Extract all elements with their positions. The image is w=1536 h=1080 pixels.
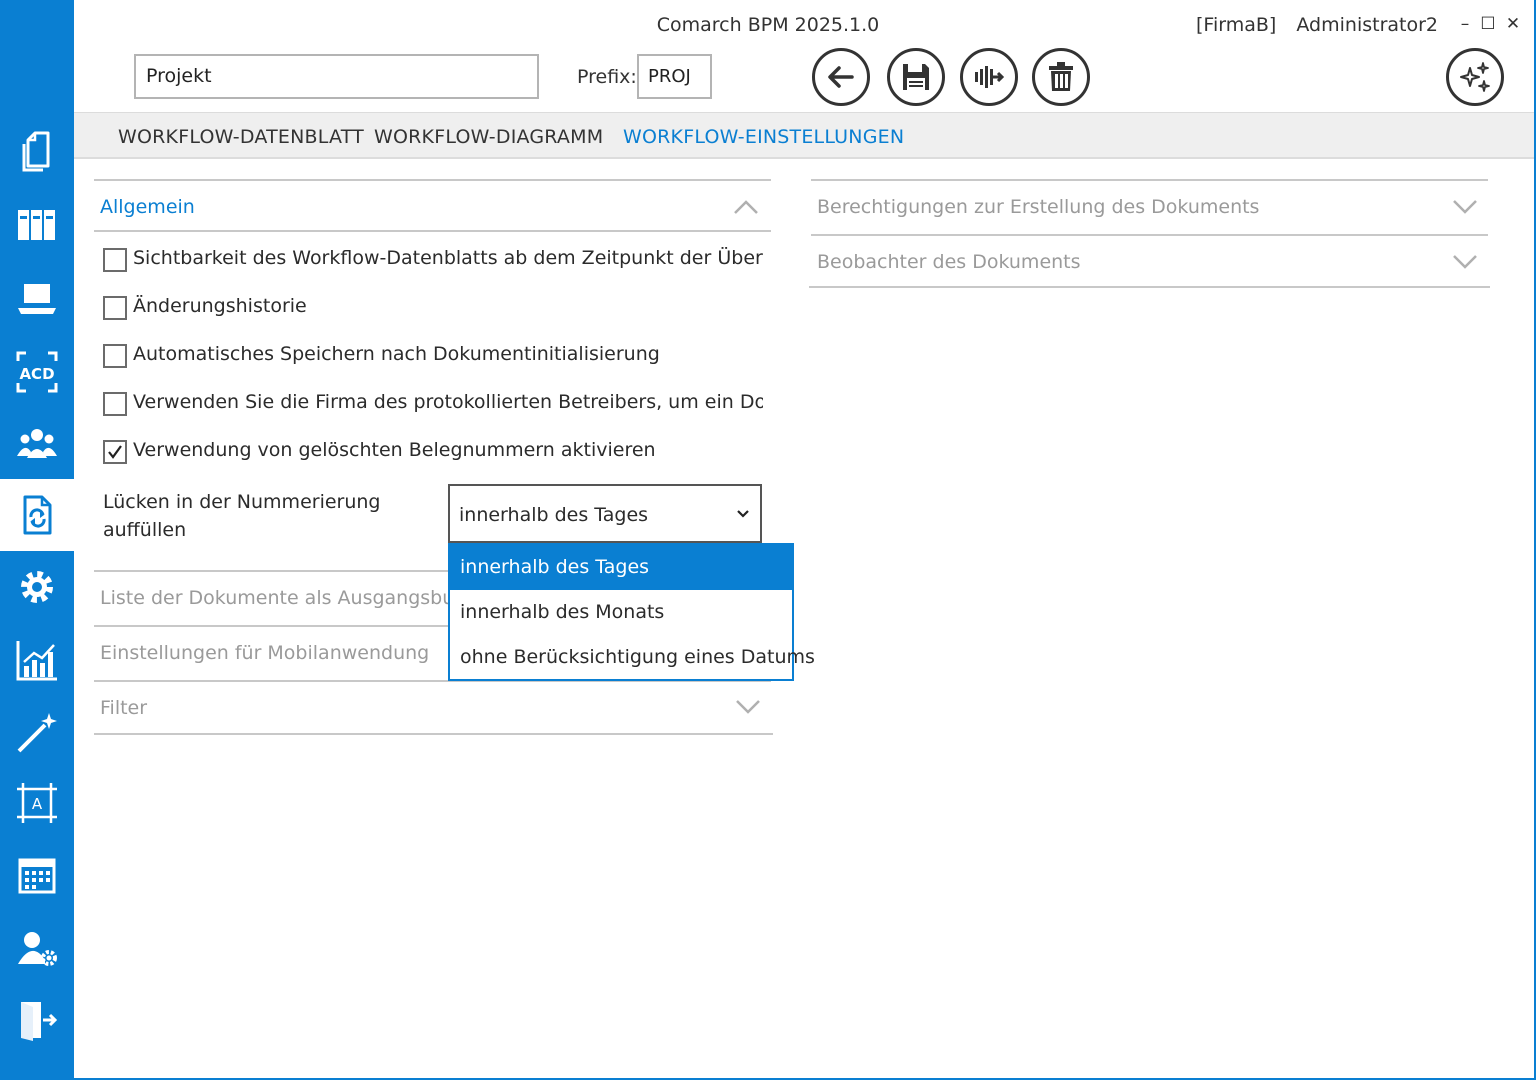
checkbox[interactable] xyxy=(103,392,127,416)
nav-ocr[interactable]: ACD xyxy=(0,336,74,408)
chevron-down-icon[interactable] xyxy=(1452,198,1478,214)
binders-icon xyxy=(18,210,55,240)
nav-reports[interactable] xyxy=(0,624,74,696)
workflow-branch-icon xyxy=(975,66,1005,88)
logout-door-icon xyxy=(21,1002,58,1041)
checkbox-checked[interactable] xyxy=(103,440,127,464)
checkbox-row[interactable]: Verwenden Sie die Firma des protokollier… xyxy=(103,391,763,417)
checkbox-row[interactable]: Verwendung von gelöschten Belegnummern a… xyxy=(103,439,763,465)
fill-gaps-selected-value: innerhalb des Tages xyxy=(459,504,649,526)
section-divider xyxy=(94,733,773,735)
section-general-header[interactable]: Allgemein xyxy=(100,196,195,218)
tab-bar: WORKFLOW-DATENBLATT WORKFLOW-DIAGRAMM WO… xyxy=(74,112,1534,159)
chevron-down-icon[interactable] xyxy=(735,698,761,714)
users-group-icon xyxy=(17,429,57,458)
document-workflow-icon xyxy=(23,495,52,535)
nav-calendar[interactable] xyxy=(0,840,74,912)
name-input[interactable]: Projekt xyxy=(134,54,539,99)
tab-workflow-diagramm[interactable]: WORKFLOW-DIAGRAMM xyxy=(374,126,603,148)
arrow-left-icon xyxy=(828,66,854,88)
app-title: Comarch BPM 2025.1.0 xyxy=(656,14,880,36)
close-button[interactable]: ✕ xyxy=(1503,14,1523,34)
section-observers-header[interactable]: Beobachter des Dokuments xyxy=(817,251,1081,273)
sparkles-icon xyxy=(1460,62,1490,92)
prefix-label: Prefix: xyxy=(577,66,637,88)
dropdown-option-day[interactable]: innerhalb des Tages xyxy=(450,545,792,590)
section-divider xyxy=(811,179,1488,181)
section-filter-header[interactable]: Filter xyxy=(100,697,147,719)
nav-logout[interactable] xyxy=(0,984,74,1056)
section-divider xyxy=(809,286,1490,288)
section-divider xyxy=(94,230,771,232)
nav-form-designer[interactable]: A xyxy=(0,767,74,839)
save-button[interactable] xyxy=(887,48,945,106)
delete-button[interactable] xyxy=(1032,48,1090,106)
gear-icon xyxy=(21,571,53,603)
tab-workflow-einstellungen[interactable]: WORKFLOW-EINSTELLUNGEN xyxy=(623,126,904,148)
checkmark-icon xyxy=(108,445,122,459)
ocr-acd-icon: ACD xyxy=(16,351,58,393)
fill-gaps-label: Lücken in der Nummerierung auffüllen xyxy=(103,491,381,541)
checkbox[interactable] xyxy=(103,248,127,272)
checkbox-row[interactable]: Änderungshistorie xyxy=(103,295,763,321)
workflow-actions-button[interactable] xyxy=(960,48,1018,106)
checkbox-label: Verwenden Sie die Firma des protokollier… xyxy=(133,391,763,413)
company-label: [FirmaB] xyxy=(1196,14,1277,36)
nav-documents[interactable] xyxy=(0,114,74,186)
fill-gaps-select[interactable]: innerhalb des Tages xyxy=(448,484,762,543)
laptop-icon xyxy=(18,284,56,314)
chevron-down-icon xyxy=(737,510,749,518)
nav-wizard[interactable] xyxy=(0,696,74,768)
nav-users[interactable] xyxy=(0,408,74,480)
sidebar: ACD A xyxy=(0,0,74,1080)
checkbox-label: Sichtbarkeit des Workflow-Datenblatts ab… xyxy=(133,247,763,269)
user-label[interactable]: Administrator2 xyxy=(1296,14,1438,36)
bar-chart-icon xyxy=(16,641,57,681)
back-button[interactable] xyxy=(812,48,870,106)
fill-gaps-dropdown-list: innerhalb des Tages innerhalb des Monats… xyxy=(448,543,815,681)
nav-settings[interactable] xyxy=(0,551,74,623)
nav-binders[interactable] xyxy=(0,188,74,260)
session-info: [FirmaB] Administrator2 xyxy=(1182,14,1438,36)
section-divider xyxy=(811,234,1488,236)
checkbox[interactable] xyxy=(103,344,127,368)
checkbox-label: Automatisches Speichern nach Dokumentini… xyxy=(133,343,660,365)
form-designer-icon: A xyxy=(17,783,57,823)
section-mobile-header[interactable]: Einstellungen für Mobilanwendung xyxy=(100,642,429,664)
checkbox-label: Verwendung von gelöschten Belegnummern a… xyxy=(133,439,656,461)
svg-text:ACD: ACD xyxy=(19,365,54,383)
trash-icon xyxy=(1049,62,1073,91)
calendar-icon xyxy=(18,858,56,894)
checkbox-row[interactable]: Automatisches Speichern nach Dokumentini… xyxy=(103,343,763,369)
checkbox-label: Änderungshistorie xyxy=(133,295,307,317)
documents-icon xyxy=(22,131,50,172)
prefix-input[interactable]: PROJ xyxy=(637,54,712,99)
dropdown-option-no-date[interactable]: ohne Berücksichtigung eines Datums xyxy=(450,635,815,680)
dropdown-option-month[interactable]: innerhalb des Monats xyxy=(450,590,792,635)
nav-user-settings[interactable] xyxy=(0,912,74,984)
maximize-button[interactable]: ☐ xyxy=(1478,14,1498,34)
nav-laptop[interactable] xyxy=(0,262,74,334)
nav-workflow-documents[interactable] xyxy=(0,479,74,551)
floppy-disk-icon xyxy=(903,64,929,90)
checkbox[interactable] xyxy=(103,296,127,320)
section-creation-permissions-header[interactable]: Berechtigungen zur Erstellung des Dokume… xyxy=(817,196,1259,218)
section-divider xyxy=(94,179,771,181)
tab-workflow-datenblatt[interactable]: WORKFLOW-DATENBLATT xyxy=(118,126,364,148)
assistant-button[interactable] xyxy=(1446,48,1504,106)
minimize-button[interactable]: – xyxy=(1455,14,1475,34)
chevron-up-icon[interactable] xyxy=(733,199,759,215)
chevron-down-icon[interactable] xyxy=(1452,253,1478,269)
section-output-book-header[interactable]: Liste der Dokumente als Ausgangsbuch xyxy=(100,587,477,609)
svg-text:A: A xyxy=(32,795,43,813)
user-settings-icon xyxy=(18,932,57,966)
magic-wand-icon xyxy=(17,713,57,753)
checkbox-row[interactable]: Sichtbarkeit des Workflow-Datenblatts ab… xyxy=(103,247,763,273)
